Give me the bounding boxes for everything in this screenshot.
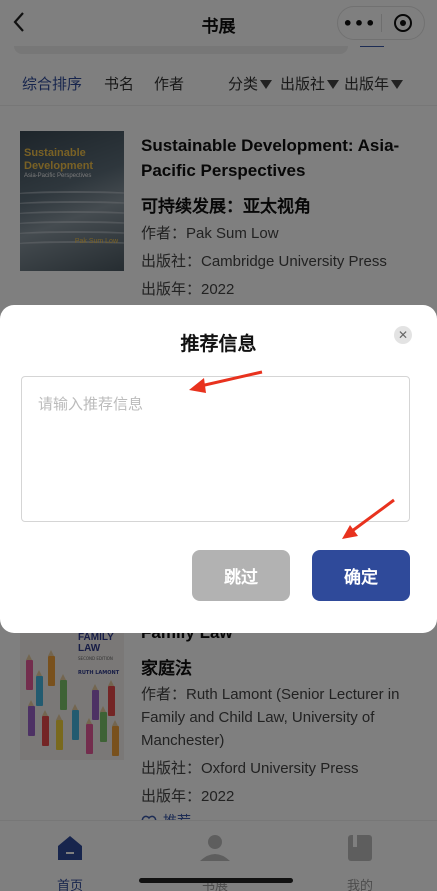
dialog-title: 推荐信息 xyxy=(180,333,257,355)
recommend-dialog: 推荐信息 ✕ 跳过 确定 xyxy=(0,305,437,633)
skip-button[interactable]: 跳过 xyxy=(192,550,290,601)
recommend-input[interactable] xyxy=(21,376,410,522)
home-indicator xyxy=(139,878,293,883)
close-icon[interactable]: ✕ xyxy=(394,326,412,344)
confirm-button[interactable]: 确定 xyxy=(312,550,410,601)
